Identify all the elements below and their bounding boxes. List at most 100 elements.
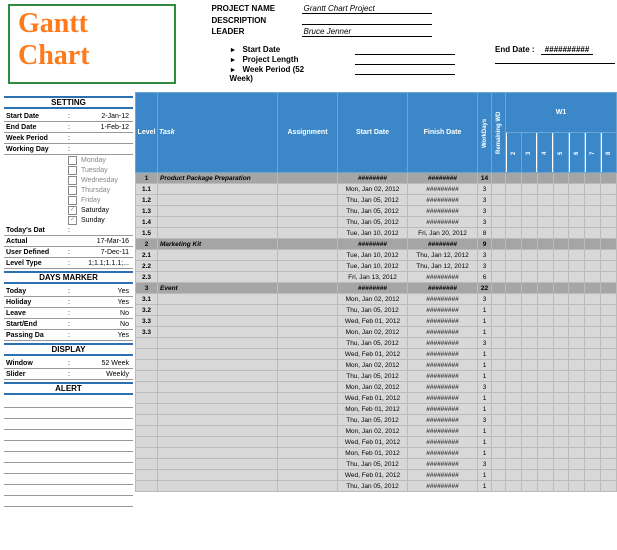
- gantt-cell[interactable]: [585, 404, 601, 415]
- cell-assignment[interactable]: [278, 393, 338, 404]
- gantt-cell[interactable]: [569, 173, 585, 184]
- cell-remaining[interactable]: [492, 283, 506, 294]
- cell-assignment[interactable]: [278, 481, 338, 492]
- cell-assignment[interactable]: [278, 173, 338, 184]
- cell-assignment[interactable]: [278, 206, 338, 217]
- cell-level[interactable]: [136, 459, 158, 470]
- gantt-cell[interactable]: [506, 360, 522, 371]
- cell-finish[interactable]: #########: [408, 481, 478, 492]
- cell-finish[interactable]: #########: [408, 371, 478, 382]
- gantt-cell[interactable]: [569, 305, 585, 316]
- cell-start[interactable]: Thu, Jan 05, 2012: [338, 195, 408, 206]
- gantt-cell[interactable]: [585, 382, 601, 393]
- gantt-cell[interactable]: [521, 437, 537, 448]
- cell-start[interactable]: Mon, Jan 02, 2012: [338, 327, 408, 338]
- cell-task[interactable]: [158, 349, 278, 360]
- gantt-cell[interactable]: [553, 481, 569, 492]
- cell-level[interactable]: 2.3: [136, 272, 158, 283]
- gantt-cell[interactable]: [585, 327, 601, 338]
- cell-remaining[interactable]: [492, 448, 506, 459]
- cell-task[interactable]: [158, 261, 278, 272]
- day-monday[interactable]: Monday: [4, 155, 133, 165]
- cell-assignment[interactable]: [278, 294, 338, 305]
- cell-remaining[interactable]: [492, 217, 506, 228]
- cell-level[interactable]: 2.1: [136, 250, 158, 261]
- cell-level[interactable]: 3.3: [136, 327, 158, 338]
- cell-workdays[interactable]: 3: [478, 195, 492, 206]
- gantt-cell[interactable]: [506, 228, 522, 239]
- cell-assignment[interactable]: [278, 338, 338, 349]
- cell-task[interactable]: [158, 327, 278, 338]
- gantt-cell[interactable]: [601, 261, 617, 272]
- col-finish-date[interactable]: Finish Date: [408, 93, 478, 173]
- week-day-7[interactable]: 7: [585, 133, 601, 173]
- cell-workdays[interactable]: 1: [478, 305, 492, 316]
- cell-workdays[interactable]: 3: [478, 206, 492, 217]
- cell-workdays[interactable]: 1: [478, 349, 492, 360]
- gantt-cell[interactable]: [521, 184, 537, 195]
- cell-task[interactable]: [158, 360, 278, 371]
- cell-finish[interactable]: #########: [408, 415, 478, 426]
- gantt-cell[interactable]: [537, 426, 553, 437]
- cell-level[interactable]: 1: [136, 173, 158, 184]
- gantt-cell[interactable]: [601, 228, 617, 239]
- cell-finish[interactable]: #########: [408, 195, 478, 206]
- cell-start[interactable]: Mon, Jan 02, 2012: [338, 426, 408, 437]
- cell-remaining[interactable]: [492, 481, 506, 492]
- gantt-cell[interactable]: [585, 184, 601, 195]
- gantt-cell[interactable]: [506, 206, 522, 217]
- leader-value[interactable]: Bruce Jenner: [302, 27, 432, 37]
- gantt-cell[interactable]: [553, 195, 569, 206]
- cell-workdays[interactable]: 3: [478, 415, 492, 426]
- cell-task[interactable]: [158, 393, 278, 404]
- cell-workdays[interactable]: 14: [478, 173, 492, 184]
- gantt-cell[interactable]: [601, 206, 617, 217]
- cell-task[interactable]: [158, 206, 278, 217]
- cell-level[interactable]: 3.1: [136, 294, 158, 305]
- gantt-cell[interactable]: [537, 272, 553, 283]
- gantt-cell[interactable]: [585, 239, 601, 250]
- gantt-cell[interactable]: [585, 360, 601, 371]
- cell-workdays[interactable]: 3: [478, 338, 492, 349]
- cell-task[interactable]: [158, 437, 278, 448]
- cell-assignment[interactable]: [278, 217, 338, 228]
- gantt-cell[interactable]: [585, 349, 601, 360]
- table-row[interactable]: 3.3Wed, Feb 01, 2012#########1: [136, 316, 617, 327]
- gantt-cell[interactable]: [506, 437, 522, 448]
- checkbox-icon[interactable]: [68, 186, 77, 195]
- cell-start[interactable]: Mon, Jan 02, 2012: [338, 294, 408, 305]
- gantt-cell[interactable]: [601, 173, 617, 184]
- cell-remaining[interactable]: [492, 305, 506, 316]
- cell-remaining[interactable]: [492, 371, 506, 382]
- cell-start[interactable]: Tue, Jan 10, 2012: [338, 261, 408, 272]
- cell-remaining[interactable]: [492, 415, 506, 426]
- gantt-cell[interactable]: [521, 228, 537, 239]
- cell-start[interactable]: Mon, Jan 02, 2012: [338, 382, 408, 393]
- cell-level[interactable]: 2: [136, 239, 158, 250]
- cell-finish[interactable]: #########: [408, 316, 478, 327]
- gantt-cell[interactable]: [537, 393, 553, 404]
- gantt-cell[interactable]: [521, 305, 537, 316]
- cell-finish[interactable]: #########: [408, 470, 478, 481]
- gantt-cell[interactable]: [585, 481, 601, 492]
- gantt-cell[interactable]: [521, 272, 537, 283]
- gantt-cell[interactable]: [553, 470, 569, 481]
- cell-level[interactable]: 1.3: [136, 206, 158, 217]
- gantt-cell[interactable]: [553, 316, 569, 327]
- gantt-table[interactable]: Level Task Assignment Start Date Finish …: [135, 92, 617, 492]
- gantt-cell[interactable]: [537, 250, 553, 261]
- gantt-cell[interactable]: [585, 415, 601, 426]
- gantt-cell[interactable]: [521, 360, 537, 371]
- cell-task[interactable]: Product Package Preparation: [158, 173, 278, 184]
- cell-finish[interactable]: #########: [408, 294, 478, 305]
- gantt-cell[interactable]: [585, 173, 601, 184]
- gantt-cell[interactable]: [569, 371, 585, 382]
- table-row[interactable]: Mon, Jan 02, 2012#########1: [136, 426, 617, 437]
- cell-remaining[interactable]: [492, 437, 506, 448]
- cell-assignment[interactable]: [278, 228, 338, 239]
- gantt-cell[interactable]: [506, 415, 522, 426]
- cell-workdays[interactable]: 3: [478, 261, 492, 272]
- cell-level[interactable]: 1.4: [136, 217, 158, 228]
- checkbox-icon[interactable]: [68, 156, 77, 165]
- table-row[interactable]: 1.2Thu, Jan 05, 2012#########3: [136, 195, 617, 206]
